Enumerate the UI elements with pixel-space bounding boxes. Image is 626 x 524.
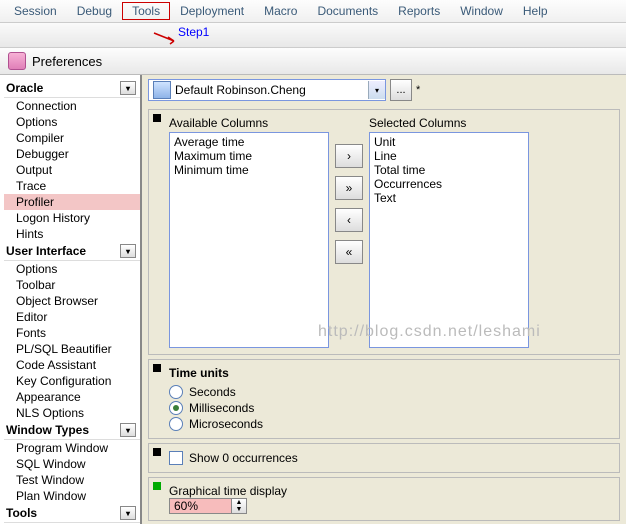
cat-window-types[interactable]: Window Types▾ <box>4 421 140 440</box>
chevron-down-icon[interactable]: ▾ <box>120 423 136 437</box>
menu-window[interactable]: Window <box>450 2 513 20</box>
menu-debug[interactable]: Debug <box>67 2 122 20</box>
window-title: Preferences <box>32 54 102 69</box>
selected-columns-header: Selected Columns <box>369 116 529 130</box>
sidebar-debugger[interactable]: Debugger <box>4 146 140 162</box>
list-item[interactable]: Maximum time <box>174 149 324 163</box>
sidebar-code-assistant[interactable]: Code Assistant <box>4 357 140 373</box>
chevron-down-icon[interactable]: ▾ <box>120 81 136 95</box>
move-right-button[interactable]: › <box>335 144 363 168</box>
panel-grip-icon <box>153 114 161 122</box>
sidebar-appearance[interactable]: Appearance <box>4 389 140 405</box>
sidebar-output[interactable]: Output <box>4 162 140 178</box>
cat-tools[interactable]: Tools▾ <box>4 504 140 523</box>
menu-deployment[interactable]: Deployment <box>170 2 254 20</box>
sidebar-object-browser[interactable]: Object Browser <box>4 293 140 309</box>
cat-user-interface[interactable]: User Interface▾ <box>4 242 140 261</box>
graphical-time-percent-input[interactable]: 60%▲▼ <box>169 498 247 514</box>
list-item[interactable]: Total time <box>374 163 524 177</box>
checkbox-label: Show 0 occurrences <box>189 451 298 465</box>
list-item[interactable]: Average time <box>174 135 324 149</box>
sidebar-sql-window[interactable]: SQL Window <box>4 456 140 472</box>
time-units-title: Time units <box>169 366 613 380</box>
list-item[interactable]: Unit <box>374 135 524 149</box>
toolbar: Step1 <box>0 23 626 48</box>
list-item[interactable]: Minimum time <box>174 163 324 177</box>
panel-grip-icon <box>153 364 161 372</box>
sidebar-options[interactable]: Options <box>4 114 140 130</box>
annotation-arrow <box>152 31 178 45</box>
sidebar-plsql-beautifier[interactable]: PL/SQL Beautifier <box>4 341 140 357</box>
sidebar-ui-options[interactable]: Options <box>4 261 140 277</box>
preference-set-combo[interactable]: Default Robinson.Cheng ▾ <box>148 79 386 101</box>
chevron-down-icon[interactable]: ▾ <box>120 244 136 258</box>
radio-label: Milliseconds <box>189 401 254 415</box>
sidebar-hints[interactable]: Hints <box>4 226 140 242</box>
sidebar-program-window[interactable]: Program Window <box>4 440 140 456</box>
spinner-icon[interactable]: ▲▼ <box>231 499 246 513</box>
selected-columns-list[interactable]: Unit Line Total time Occurrences Text <box>369 132 529 348</box>
available-columns-list[interactable]: Average time Maximum time Minimum time <box>169 132 329 348</box>
sidebar-logon-history[interactable]: Logon History <box>4 210 140 226</box>
chevron-down-icon[interactable]: ▾ <box>120 506 136 520</box>
time-units-panel: Time units Seconds Milliseconds Microsec… <box>148 359 620 439</box>
available-columns-header: Available Columns <box>169 116 329 130</box>
list-item[interactable]: Text <box>374 191 524 205</box>
sidebar-test-window[interactable]: Test Window <box>4 472 140 488</box>
move-left-button[interactable]: ‹ <box>335 208 363 232</box>
modified-indicator: * <box>416 84 420 96</box>
sidebar-editor[interactable]: Editor <box>4 309 140 325</box>
menu-documents[interactable]: Documents <box>307 2 388 20</box>
chevron-down-icon[interactable]: ▾ <box>368 81 385 99</box>
menu-bar: Session Debug Tools Deployment Macro Doc… <box>0 0 626 23</box>
preferences-icon <box>8 52 26 70</box>
graphical-time-panel: Graphical time display 60%▲▼ <box>148 477 620 521</box>
menu-macro[interactable]: Macro <box>254 2 307 20</box>
move-all-right-button[interactable]: » <box>335 176 363 200</box>
sidebar-key-config[interactable]: Key Configuration <box>4 373 140 389</box>
cat-oracle[interactable]: Oracle▾ <box>4 79 140 98</box>
sidebar-plan-window[interactable]: Plan Window <box>4 488 140 504</box>
sidebar-ui-toolbar[interactable]: Toolbar <box>4 277 140 293</box>
show-0-checkbox[interactable] <box>169 451 183 465</box>
sidebar-compiler[interactable]: Compiler <box>4 130 140 146</box>
graphical-time-title: Graphical time display <box>169 484 613 498</box>
menu-tools[interactable]: Tools <box>122 2 170 20</box>
show-0-panel: Show 0 occurrences <box>148 443 620 473</box>
panel-grip-icon <box>153 448 161 456</box>
menu-help[interactable]: Help <box>513 2 558 20</box>
menu-session[interactable]: Session <box>4 2 67 20</box>
window-titlebar: Preferences <box>0 48 626 75</box>
preference-set-browse-button[interactable]: ... <box>390 79 412 101</box>
sidebar-trace[interactable]: Trace <box>4 178 140 194</box>
main-panel: Default Robinson.Cheng ▾ ... * Available… <box>142 75 626 524</box>
preference-set-text: Default Robinson.Cheng <box>175 83 368 97</box>
sidebar-fonts[interactable]: Fonts <box>4 325 140 341</box>
move-all-left-button[interactable]: « <box>335 240 363 264</box>
radio-seconds[interactable] <box>169 385 183 399</box>
annotation-step1: Step1 <box>178 25 209 39</box>
list-item[interactable]: Occurrences <box>374 177 524 191</box>
menu-reports[interactable]: Reports <box>388 2 450 20</box>
radio-label: Microseconds <box>189 417 263 431</box>
list-item[interactable]: Line <box>374 149 524 163</box>
panel-grip-icon <box>153 482 161 490</box>
preference-set-icon <box>153 81 171 99</box>
columns-panel: Available Columns Average time Maximum t… <box>148 109 620 355</box>
radio-microseconds[interactable] <box>169 417 183 431</box>
sidebar: Oracle▾ Connection Options Compiler Debu… <box>0 75 142 524</box>
radio-label: Seconds <box>189 385 236 399</box>
sidebar-profiler[interactable]: Profiler <box>4 194 140 210</box>
sidebar-nls-options[interactable]: NLS Options <box>4 405 140 421</box>
radio-milliseconds[interactable] <box>169 401 183 415</box>
sidebar-connection[interactable]: Connection <box>4 98 140 114</box>
